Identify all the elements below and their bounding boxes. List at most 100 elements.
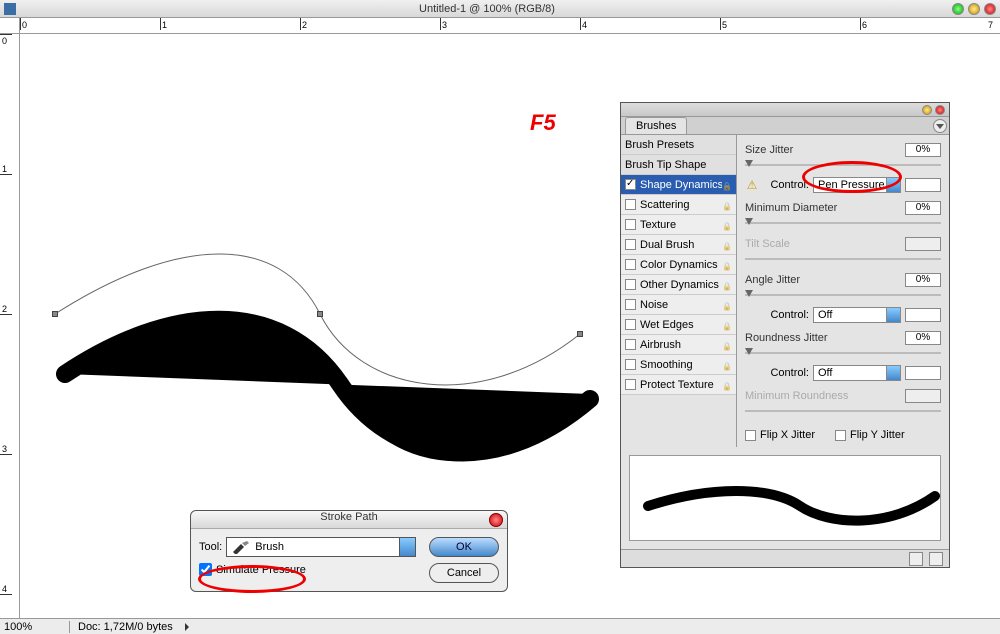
lock-icon[interactable]: [722, 180, 732, 190]
checkbox-icon[interactable]: [625, 219, 636, 230]
dialog-close-button[interactable]: [489, 513, 503, 527]
new-preset-icon[interactable]: [909, 552, 923, 566]
min-roundness-value: [905, 389, 941, 403]
control-label: Control:: [759, 179, 809, 191]
option-other-dynamics[interactable]: Other Dynamics: [621, 275, 736, 295]
min-roundness-label: Minimum Roundness: [745, 390, 905, 402]
minimize-button[interactable]: [952, 3, 964, 15]
ruler-mark: 0: [22, 20, 27, 30]
flip-x-checkbox[interactable]: [745, 430, 756, 441]
close-button[interactable]: [984, 3, 996, 15]
brush-presets-item[interactable]: Brush Presets: [621, 135, 736, 155]
option-protect-texture[interactable]: Protect Texture: [621, 375, 736, 395]
option-texture[interactable]: Texture: [621, 215, 736, 235]
lock-icon[interactable]: [722, 260, 732, 270]
tilt-scale-slider: [745, 255, 941, 263]
checkbox-icon[interactable]: [625, 379, 636, 390]
checkbox-icon[interactable]: [625, 239, 636, 250]
size-control-select[interactable]: Pen Pressure: [813, 177, 901, 193]
lock-icon[interactable]: [722, 360, 732, 370]
option-noise[interactable]: Noise: [621, 295, 736, 315]
control-label: Control:: [759, 367, 809, 379]
document-info[interactable]: Doc: 1,72M/0 bytes: [70, 621, 181, 633]
angle-jitter-value[interactable]: 0%: [905, 273, 941, 287]
checkbox-icon[interactable]: [625, 259, 636, 270]
select-arrows-icon: [886, 308, 900, 322]
brush-icon: [231, 540, 251, 554]
lock-icon[interactable]: [722, 280, 732, 290]
min-diameter-slider[interactable]: [745, 219, 941, 227]
stroke-path-dialog: Stroke Path Tool: Brush Simulate Pressur…: [190, 510, 508, 592]
tab-brushes[interactable]: Brushes: [625, 117, 687, 134]
lock-icon[interactable]: [722, 240, 732, 250]
angle-control-box[interactable]: [905, 308, 941, 322]
checkbox-icon[interactable]: [625, 299, 636, 310]
panel-footer: [621, 549, 949, 567]
simulate-pressure-checkbox[interactable]: [199, 563, 212, 576]
checkbox-icon[interactable]: [625, 339, 636, 350]
tool-select[interactable]: Brush: [226, 537, 416, 557]
ruler-origin[interactable]: [0, 18, 20, 34]
lock-icon[interactable]: [722, 220, 732, 230]
option-scattering[interactable]: Scattering: [621, 195, 736, 215]
checkbox-icon[interactable]: [625, 179, 636, 190]
angle-control-select[interactable]: Off: [813, 307, 901, 323]
ruler-mark: 0: [2, 36, 7, 46]
checkbox-icon[interactable]: [625, 199, 636, 210]
angle-jitter-slider[interactable]: [745, 291, 941, 299]
maximize-button[interactable]: [968, 3, 980, 15]
flip-y-checkbox[interactable]: [835, 430, 846, 441]
lock-icon[interactable]: [722, 320, 732, 330]
option-wet-edges[interactable]: Wet Edges: [621, 315, 736, 335]
shape-dynamics-settings: Size Jitter0% ⚠ Control: Pen Pressure Mi…: [737, 135, 949, 447]
lock-icon[interactable]: [722, 340, 732, 350]
roundness-jitter-slider[interactable]: [745, 349, 941, 357]
panel-tabs: Brushes: [621, 117, 949, 135]
path-anchor[interactable]: [577, 331, 583, 337]
roundness-control-select[interactable]: Off: [813, 365, 901, 381]
trash-icon[interactable]: [929, 552, 943, 566]
dialog-title: Stroke Path: [191, 511, 507, 529]
lock-icon[interactable]: [722, 380, 732, 390]
panel-close-button[interactable]: [935, 105, 945, 115]
path-anchor[interactable]: [317, 311, 323, 317]
chevron-right-icon[interactable]: [185, 623, 189, 631]
size-jitter-slider[interactable]: [745, 161, 941, 169]
ok-button[interactable]: OK: [429, 537, 499, 557]
option-shape-dynamics[interactable]: Shape Dynamics: [621, 175, 736, 195]
ruler-vertical[interactable]: 0 1 2 3 4: [0, 34, 20, 618]
status-bar: 100% Doc: 1,72M/0 bytes: [0, 618, 1000, 634]
option-airbrush[interactable]: Airbrush: [621, 335, 736, 355]
flip-x-label: Flip X Jitter: [760, 429, 815, 441]
panel-menu-button[interactable]: [933, 119, 947, 133]
ruler-mark: 5: [722, 20, 727, 30]
checkbox-icon[interactable]: [625, 319, 636, 330]
min-diameter-value[interactable]: 0%: [905, 201, 941, 215]
brush-tip-shape-item[interactable]: Brush Tip Shape: [621, 155, 736, 175]
option-color-dynamics[interactable]: Color Dynamics: [621, 255, 736, 275]
zoom-level[interactable]: 100%: [0, 621, 70, 633]
roundness-control-box[interactable]: [905, 366, 941, 380]
ruler-mark: 3: [2, 444, 7, 454]
option-smoothing[interactable]: Smoothing: [621, 355, 736, 375]
tilt-scale-label: Tilt Scale: [745, 238, 905, 250]
path-anchor[interactable]: [52, 311, 58, 317]
ruler-mark: 2: [2, 304, 7, 314]
checkbox-icon[interactable]: [625, 279, 636, 290]
size-control-box[interactable]: [905, 178, 941, 192]
cancel-button[interactable]: Cancel: [429, 563, 499, 583]
panel-minimize-button[interactable]: [922, 105, 932, 115]
size-jitter-value[interactable]: 0%: [905, 143, 941, 157]
brush-preview: [629, 455, 941, 541]
roundness-jitter-value[interactable]: 0%: [905, 331, 941, 345]
ruler-mark: 1: [162, 20, 167, 30]
flip-y-label: Flip Y Jitter: [850, 429, 905, 441]
ruler-horizontal[interactable]: 0 1 2 3 4 5 6 7: [20, 18, 1000, 34]
checkbox-icon[interactable]: [625, 359, 636, 370]
window-title-bar: Untitled-1 @ 100% (RGB/8): [0, 0, 1000, 18]
lock-icon[interactable]: [722, 300, 732, 310]
ruler-mark: 3: [442, 20, 447, 30]
lock-icon[interactable]: [722, 200, 732, 210]
option-dual-brush[interactable]: Dual Brush: [621, 235, 736, 255]
tool-value: Brush: [255, 541, 284, 553]
